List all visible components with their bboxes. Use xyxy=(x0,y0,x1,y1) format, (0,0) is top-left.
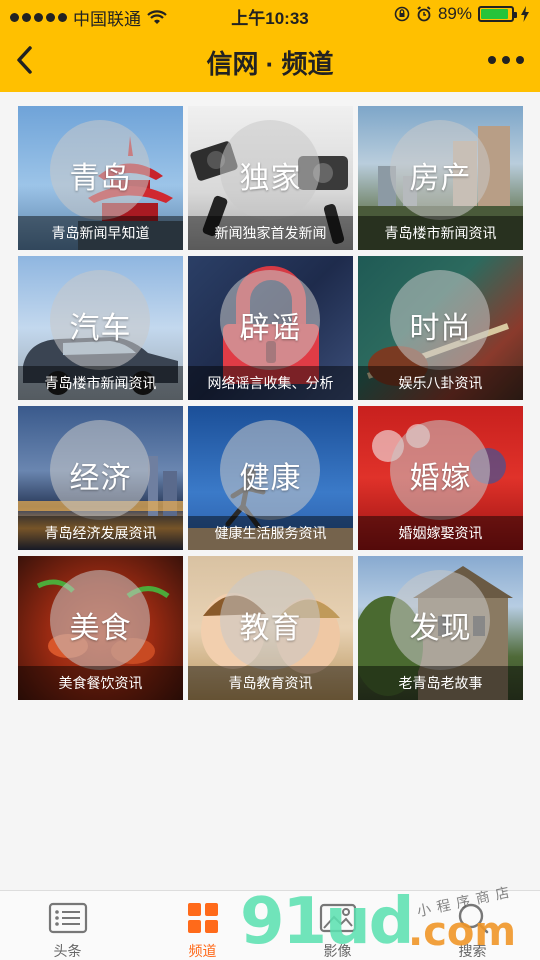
channel-tile-auto[interactable]: 汽车 青岛楼市新闻资讯 xyxy=(18,256,183,400)
channel-tile-exclusive[interactable]: 独家 新闻独家首发新闻 xyxy=(188,106,353,250)
tile-caption: 青岛楼市新闻资讯 xyxy=(18,366,183,400)
channel-tile-realestate[interactable]: 房产 青岛楼市新闻资讯 xyxy=(358,106,523,250)
status-bar: 中国联通 上午10:33 89% xyxy=(0,0,540,30)
tab-label: 影像 xyxy=(323,943,352,959)
image-icon xyxy=(319,903,357,933)
tab-headlines[interactable]: 头条 xyxy=(0,891,135,960)
charging-icon xyxy=(521,6,529,22)
tile-title: 房产 xyxy=(409,162,472,195)
channel-tile-economy[interactable]: 经济 青岛经济发展资讯 xyxy=(18,406,183,550)
tile-caption: 网络谣言收集、分析 xyxy=(188,366,353,400)
channel-tile-health[interactable]: 健康 健康生活服务资讯 xyxy=(188,406,353,550)
page-title: 信网 · 频道 xyxy=(206,49,334,79)
channel-grid: 青岛 青岛新闻早知道 独家 新闻独家首发新闻 房产 青岛楼市新闻资讯 汽车 青岛… xyxy=(18,106,523,700)
tile-caption: 青岛教育资讯 xyxy=(188,666,353,700)
tile-title: 教育 xyxy=(239,612,302,645)
tile-title: 经济 xyxy=(69,462,132,495)
battery-fill xyxy=(481,9,508,19)
list-icon xyxy=(48,902,88,934)
tile-title: 发现 xyxy=(409,612,472,645)
status-right: 89% xyxy=(394,4,530,24)
tile-caption: 美食餐饮资讯 xyxy=(18,666,183,700)
channel-tile-food[interactable]: 美食 美食餐饮资讯 xyxy=(18,556,183,700)
battery-percent: 89% xyxy=(437,4,472,23)
tab-search[interactable]: 搜索 xyxy=(405,891,540,960)
search-icon xyxy=(458,903,489,934)
tile-title: 辟谣 xyxy=(239,312,302,345)
tile-caption: 健康生活服务资讯 xyxy=(188,516,353,550)
tile-caption: 新闻独家首发新闻 xyxy=(188,216,353,250)
tile-caption: 老青岛老故事 xyxy=(358,666,523,700)
tile-title: 健康 xyxy=(239,462,302,495)
tab-channels[interactable]: 频道 xyxy=(135,891,270,960)
tile-title: 时尚 xyxy=(409,312,472,345)
rotation-lock-icon xyxy=(394,6,410,22)
tile-title: 汽车 xyxy=(69,312,132,345)
tab-images[interactable]: 影像 xyxy=(270,891,405,960)
battery-icon xyxy=(478,6,517,22)
tile-caption: 婚姻嫁娶资讯 xyxy=(358,516,523,550)
alarm-icon xyxy=(417,6,431,22)
tile-caption: 青岛新闻早知道 xyxy=(18,216,183,250)
tab-label: 频道 xyxy=(188,943,217,959)
channel-tile-discover[interactable]: 发现 老青岛老故事 xyxy=(358,556,523,700)
grid-icon xyxy=(188,903,218,933)
channel-tile-education[interactable]: 教育 青岛教育资讯 xyxy=(188,556,353,700)
tab-label: 头条 xyxy=(53,943,82,959)
tile-caption: 青岛楼市新闻资讯 xyxy=(358,216,523,250)
more-options-icon[interactable] xyxy=(488,50,524,70)
channel-tile-qingdao[interactable]: 青岛 青岛新闻早知道 xyxy=(18,106,183,250)
tile-title: 美食 xyxy=(69,612,132,645)
nav-bar: 信网 · 频道 xyxy=(0,30,540,92)
tile-caption: 娱乐八卦资讯 xyxy=(358,366,523,400)
tab-bar: 头条 频道 影像 搜索 xyxy=(0,890,540,960)
channel-tile-rumor[interactable]: 辟谣 网络谣言收集、分析 xyxy=(188,256,353,400)
tile-title: 青岛 xyxy=(69,162,132,195)
channel-tile-wedding[interactable]: 婚嫁 婚姻嫁娶资讯 xyxy=(358,406,523,550)
tile-caption: 青岛经济发展资讯 xyxy=(18,516,183,550)
tab-label: 搜索 xyxy=(458,943,487,959)
channel-tile-fashion[interactable]: 时尚 娱乐八卦资讯 xyxy=(358,256,523,400)
tile-title: 独家 xyxy=(239,162,302,195)
tile-title: 婚嫁 xyxy=(409,462,472,495)
